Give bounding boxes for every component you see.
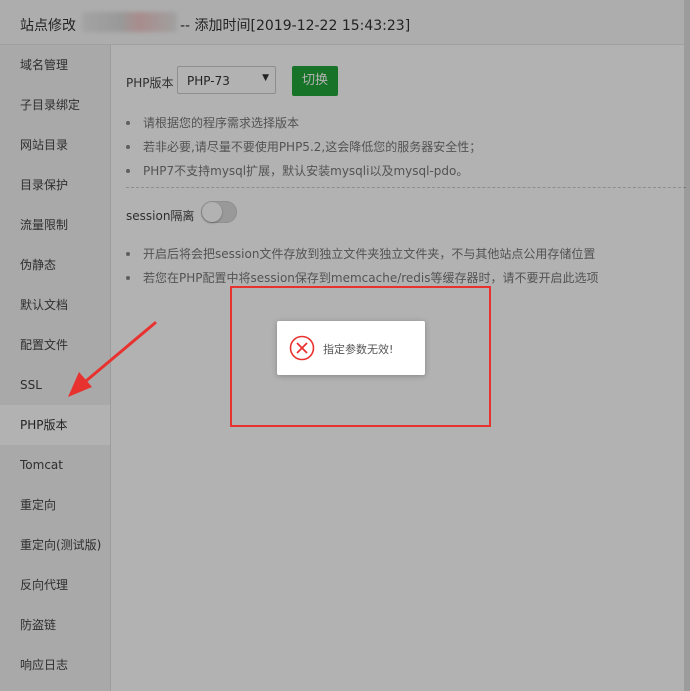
annotation-highlight-box — [230, 286, 491, 427]
window-edge-shadow — [684, 0, 690, 691]
